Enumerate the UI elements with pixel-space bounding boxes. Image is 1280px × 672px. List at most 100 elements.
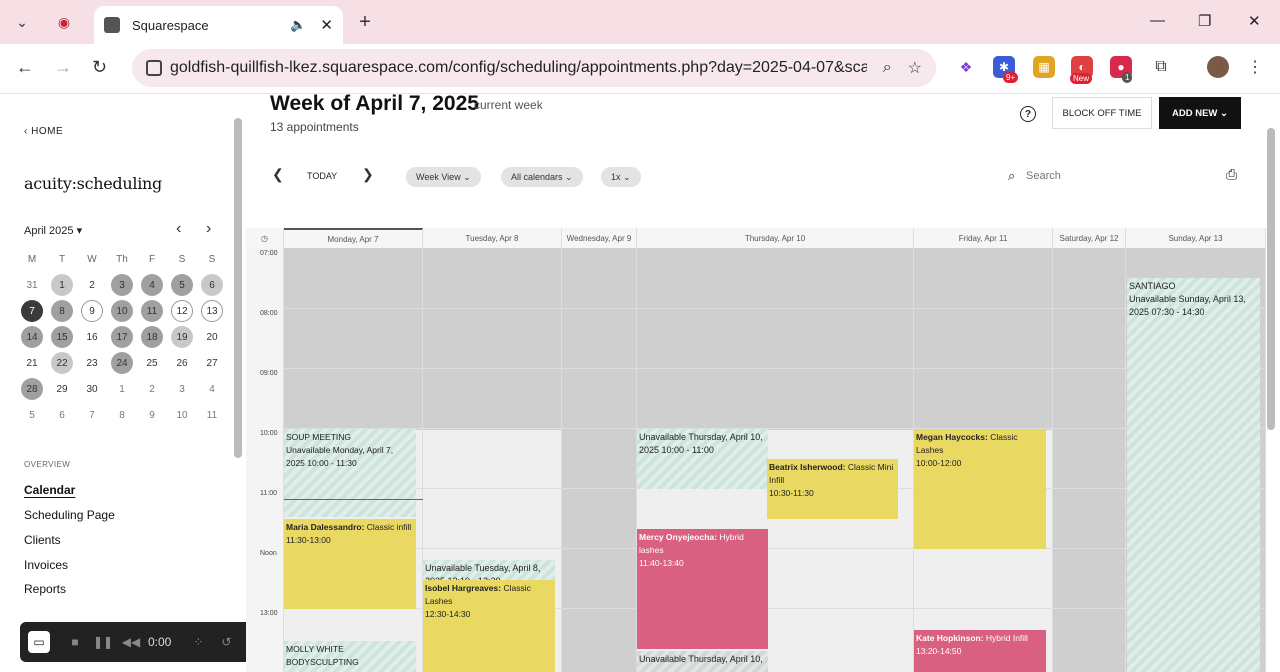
view-select[interactable]: Week View ⌄ (406, 167, 481, 187)
mini-cal-day[interactable]: 29 (47, 378, 77, 400)
sidebar-scroll-thumb[interactable] (234, 118, 242, 458)
close-tab-icon[interactable]: ✕ (320, 16, 333, 34)
calendars-select[interactable]: All calendars ⌄ (501, 167, 583, 187)
add-new-button[interactable]: ADD NEW ⌄ (1159, 97, 1241, 129)
event-megan[interactable]: Megan Haycocks: Classic Lashes 10:00-12:… (914, 429, 1046, 549)
mini-cal-day[interactable]: 9 (137, 404, 167, 426)
mini-cal-day[interactable]: 12 (167, 300, 197, 322)
mini-cal-day[interactable]: 2 (137, 378, 167, 400)
stop-icon[interactable]: ■ (64, 631, 86, 653)
extensions-menu-icon[interactable]: ⧉ (1150, 56, 1172, 78)
mini-cal-day[interactable]: 19 (167, 326, 197, 348)
nav-reports[interactable]: Reports (24, 582, 66, 596)
zoom-icon[interactable]: ⌕ (883, 59, 892, 77)
event-mercy[interactable]: Mercy Onyejeocha: Hybrid lashes 11:40-13… (637, 529, 768, 649)
mini-cal-day[interactable]: 6 (47, 404, 77, 426)
mini-cal-day[interactable]: 5 (167, 274, 197, 296)
close-window-icon[interactable]: ✕ (1248, 12, 1261, 30)
event-santiago-unavailable[interactable]: SANTIAGO Unavailable Sunday, April 13, 2… (1127, 278, 1260, 672)
mini-cal-month-select[interactable]: April 2025 ▾ (24, 224, 82, 237)
mini-cal-day[interactable]: 10 (107, 300, 137, 322)
nav-clients[interactable]: Clients (24, 533, 61, 547)
prev-week-icon[interactable]: ❮ (272, 166, 284, 183)
mini-cal-day[interactable]: 1 (107, 378, 137, 400)
mini-cal-day[interactable]: 22 (47, 352, 77, 374)
mini-cal-day[interactable]: 26 (167, 352, 197, 374)
event-beatrix[interactable]: Beatrix Isherwood: Classic Mini Infill 1… (767, 459, 898, 519)
minimize-icon[interactable]: — (1150, 12, 1165, 29)
profile-avatar[interactable] (1207, 56, 1229, 78)
print-icon[interactable]: ⎙ (1226, 166, 1237, 183)
mini-cal-day[interactable]: 10 (167, 404, 197, 426)
new-tab-icon[interactable]: + (353, 10, 377, 34)
bookmark-star-icon[interactable]: ☆ (908, 58, 922, 78)
block-off-time-button[interactable]: BLOCK OFF TIME (1052, 97, 1152, 129)
mini-cal-day[interactable]: 25 (137, 352, 167, 374)
mini-cal-day[interactable]: 8 (47, 300, 77, 322)
url-text[interactable]: goldfish-quillfish-lkez.squarespace.com/… (170, 59, 867, 77)
mini-cal-day[interactable]: 13 (197, 300, 227, 322)
mini-cal-day[interactable]: 15 (47, 326, 77, 348)
mini-cal-day[interactable]: 4 (197, 378, 227, 400)
forward-icon[interactable]: → (54, 57, 72, 78)
mini-cal-day[interactable]: 8 (107, 404, 137, 426)
day-header-wed[interactable]: Wednesday, Apr 9 (562, 228, 637, 248)
mini-cal-day[interactable]: 3 (107, 274, 137, 296)
help-icon[interactable]: ? (1020, 106, 1036, 122)
rewind-icon[interactable]: ◀◀ (120, 631, 142, 653)
record-icon[interactable]: ◉ (52, 10, 76, 34)
mini-cal-day[interactable]: 5 (17, 404, 47, 426)
event-thu-unavailable[interactable]: Unavailable Thursday, April 10, 2025 10:… (637, 429, 768, 489)
search-input[interactable] (1026, 166, 1206, 186)
nav-invoices[interactable]: Invoices (24, 558, 68, 572)
day-header-tue[interactable]: Tuesday, Apr 8 (423, 228, 562, 248)
mini-cal-day[interactable]: 30 (77, 378, 107, 400)
mini-cal-day[interactable]: 21 (17, 352, 47, 374)
restart-icon[interactable]: ↺ (215, 631, 237, 653)
event-maria[interactable]: Maria Dalessandro: Classic infill 11:30-… (284, 519, 416, 609)
mini-cal-day[interactable]: 7 (77, 404, 107, 426)
back-icon[interactable]: ← (16, 57, 34, 78)
main-scrollbar[interactable] (1266, 100, 1276, 670)
day-header-sun[interactable]: Sunday, Apr 13 (1126, 228, 1266, 248)
mini-cal-day[interactable]: 18 (137, 326, 167, 348)
browser-menu-icon[interactable]: ⋮ (1244, 56, 1266, 78)
event-molly-white[interactable]: MOLLY WHITE BODYSCULPTING (284, 641, 416, 672)
sidebar-scrollbar[interactable] (234, 100, 242, 660)
reload-icon[interactable]: ↻ (92, 57, 107, 78)
event-kate[interactable]: Kate Hopkinson: Hybrid Infill 13:20-14:5… (914, 630, 1046, 672)
mini-cal-day[interactable]: 3 (167, 378, 197, 400)
mini-cal-day[interactable]: 11 (197, 404, 227, 426)
site-settings-icon[interactable] (146, 60, 162, 76)
mini-cal-day[interactable]: 9 (77, 300, 107, 322)
event-tue-unavailable[interactable]: Unavailable Tuesday, April 8, 2025 12:10… (423, 560, 555, 580)
mini-cal-day[interactable]: 20 (197, 326, 227, 348)
pause-icon[interactable]: ❚❚ (92, 631, 114, 653)
mini-cal-day[interactable]: 23 (77, 352, 107, 374)
mini-cal-day[interactable]: 16 (77, 326, 107, 348)
mini-cal-day[interactable]: 31 (17, 274, 47, 296)
audio-icon[interactable]: 🔈 (290, 17, 306, 33)
mini-cal-day[interactable]: 24 (107, 352, 137, 374)
next-week-icon[interactable]: ❯ (362, 166, 374, 183)
grid-icon[interactable]: ⁘ (187, 631, 209, 653)
event-isobel[interactable]: Isobel Hargreaves: Classic Lashes 12:30-… (423, 580, 555, 672)
mini-cal-day[interactable]: 11 (137, 300, 167, 322)
camera-icon[interactable]: ▭ (28, 631, 50, 653)
extension-grid-icon[interactable]: ▦ (1033, 56, 1055, 78)
today-button[interactable]: TODAY (307, 171, 337, 181)
browser-tab[interactable]: Squarespace 🔈 ✕ (94, 6, 343, 44)
event-soup-meeting[interactable]: SOUP MEETING Unavailable Monday, April 7… (284, 429, 416, 517)
mini-cal-day[interactable]: 17 (107, 326, 137, 348)
mini-cal-day[interactable]: 2 (77, 274, 107, 296)
mini-cal-day[interactable]: 27 (197, 352, 227, 374)
mini-cal-day-selected[interactable]: 7 (17, 300, 47, 322)
extension-puzzle-purple-icon[interactable]: ❖ (955, 56, 977, 78)
home-link[interactable]: ‹ HOME (24, 126, 63, 137)
mini-cal-day[interactable]: 6 (197, 274, 227, 296)
mini-cal-day[interactable]: 4 (137, 274, 167, 296)
day-header-mon[interactable]: Monday, Apr 7 (284, 228, 423, 248)
day-header-fri[interactable]: Friday, Apr 11 (914, 228, 1053, 248)
nav-scheduling-page[interactable]: Scheduling Page (24, 508, 115, 522)
restore-icon[interactable]: ❐ (1198, 12, 1211, 30)
